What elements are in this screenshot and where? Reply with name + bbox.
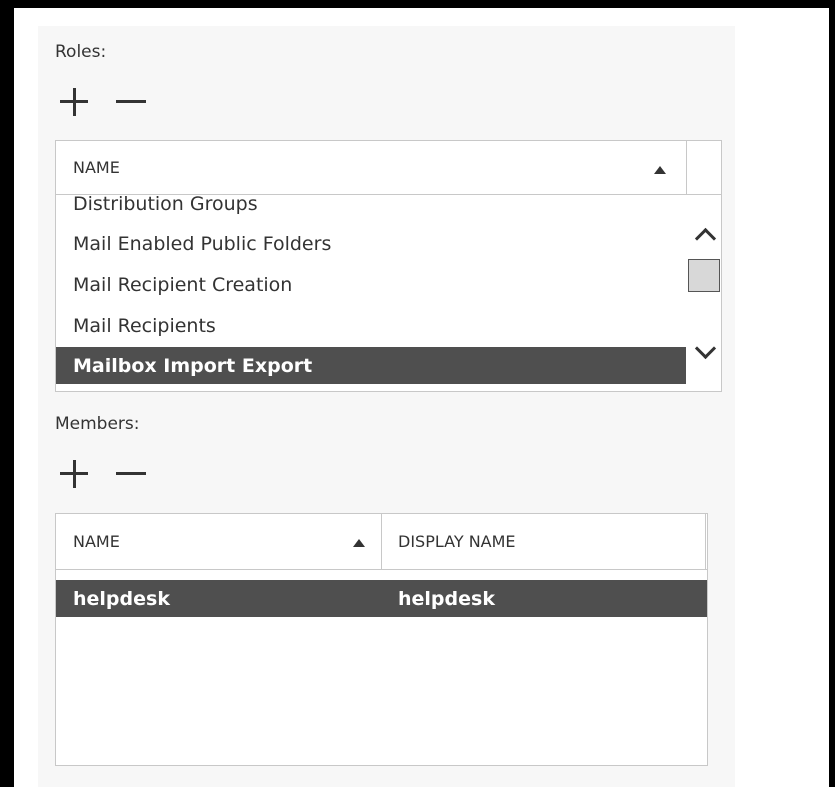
members-header-divider-right xyxy=(705,514,706,569)
remove-role-button[interactable] xyxy=(114,86,148,120)
members-table[interactable]: NAME DISPLAY NAME helpdesk helpdesk xyxy=(55,513,708,766)
member-display-name-cell: helpdesk xyxy=(398,587,495,610)
sort-ascending-icon xyxy=(654,166,666,174)
scroll-up-icon[interactable] xyxy=(694,227,717,250)
remove-member-button[interactable] xyxy=(114,458,148,492)
member-row-helpdesk[interactable]: helpdesk helpdesk xyxy=(56,580,707,617)
roles-label: Roles: xyxy=(55,42,107,62)
role-item-mail-enabled-public-folders[interactable]: Mail Enabled Public Folders xyxy=(56,225,686,262)
members-header-divider xyxy=(381,514,382,569)
add-role-button[interactable] xyxy=(58,86,92,120)
window-border-left xyxy=(0,0,14,787)
roles-list[interactable]: NAME Distribution Groups Mail Enabled Pu… xyxy=(55,140,722,392)
sort-ascending-icon xyxy=(353,539,365,547)
members-label: Members: xyxy=(55,414,140,434)
window-border-right xyxy=(829,0,835,787)
members-header-underline xyxy=(56,569,707,570)
member-name-cell: helpdesk xyxy=(73,587,170,610)
add-member-button[interactable] xyxy=(58,458,92,492)
members-display-name-column-header[interactable]: DISPLAY NAME xyxy=(398,514,516,569)
role-item-mail-recipient-creation[interactable]: Mail Recipient Creation xyxy=(56,266,686,303)
role-item-mailbox-import-export[interactable]: Mailbox Import Export xyxy=(56,347,686,384)
window-border-top xyxy=(0,0,835,8)
window-frame: Roles: NAME Distribution Groups Mail Ena… xyxy=(0,0,835,787)
roles-scrollbar[interactable] xyxy=(686,195,721,391)
scroll-down-icon[interactable] xyxy=(694,337,717,360)
scroll-thumb[interactable] xyxy=(688,259,720,292)
role-item-distribution-groups[interactable]: Distribution Groups xyxy=(56,185,686,222)
roles-header-divider xyxy=(686,141,687,194)
role-item-mail-recipients[interactable]: Mail Recipients xyxy=(56,307,686,344)
members-name-column-header[interactable]: NAME xyxy=(73,514,120,569)
